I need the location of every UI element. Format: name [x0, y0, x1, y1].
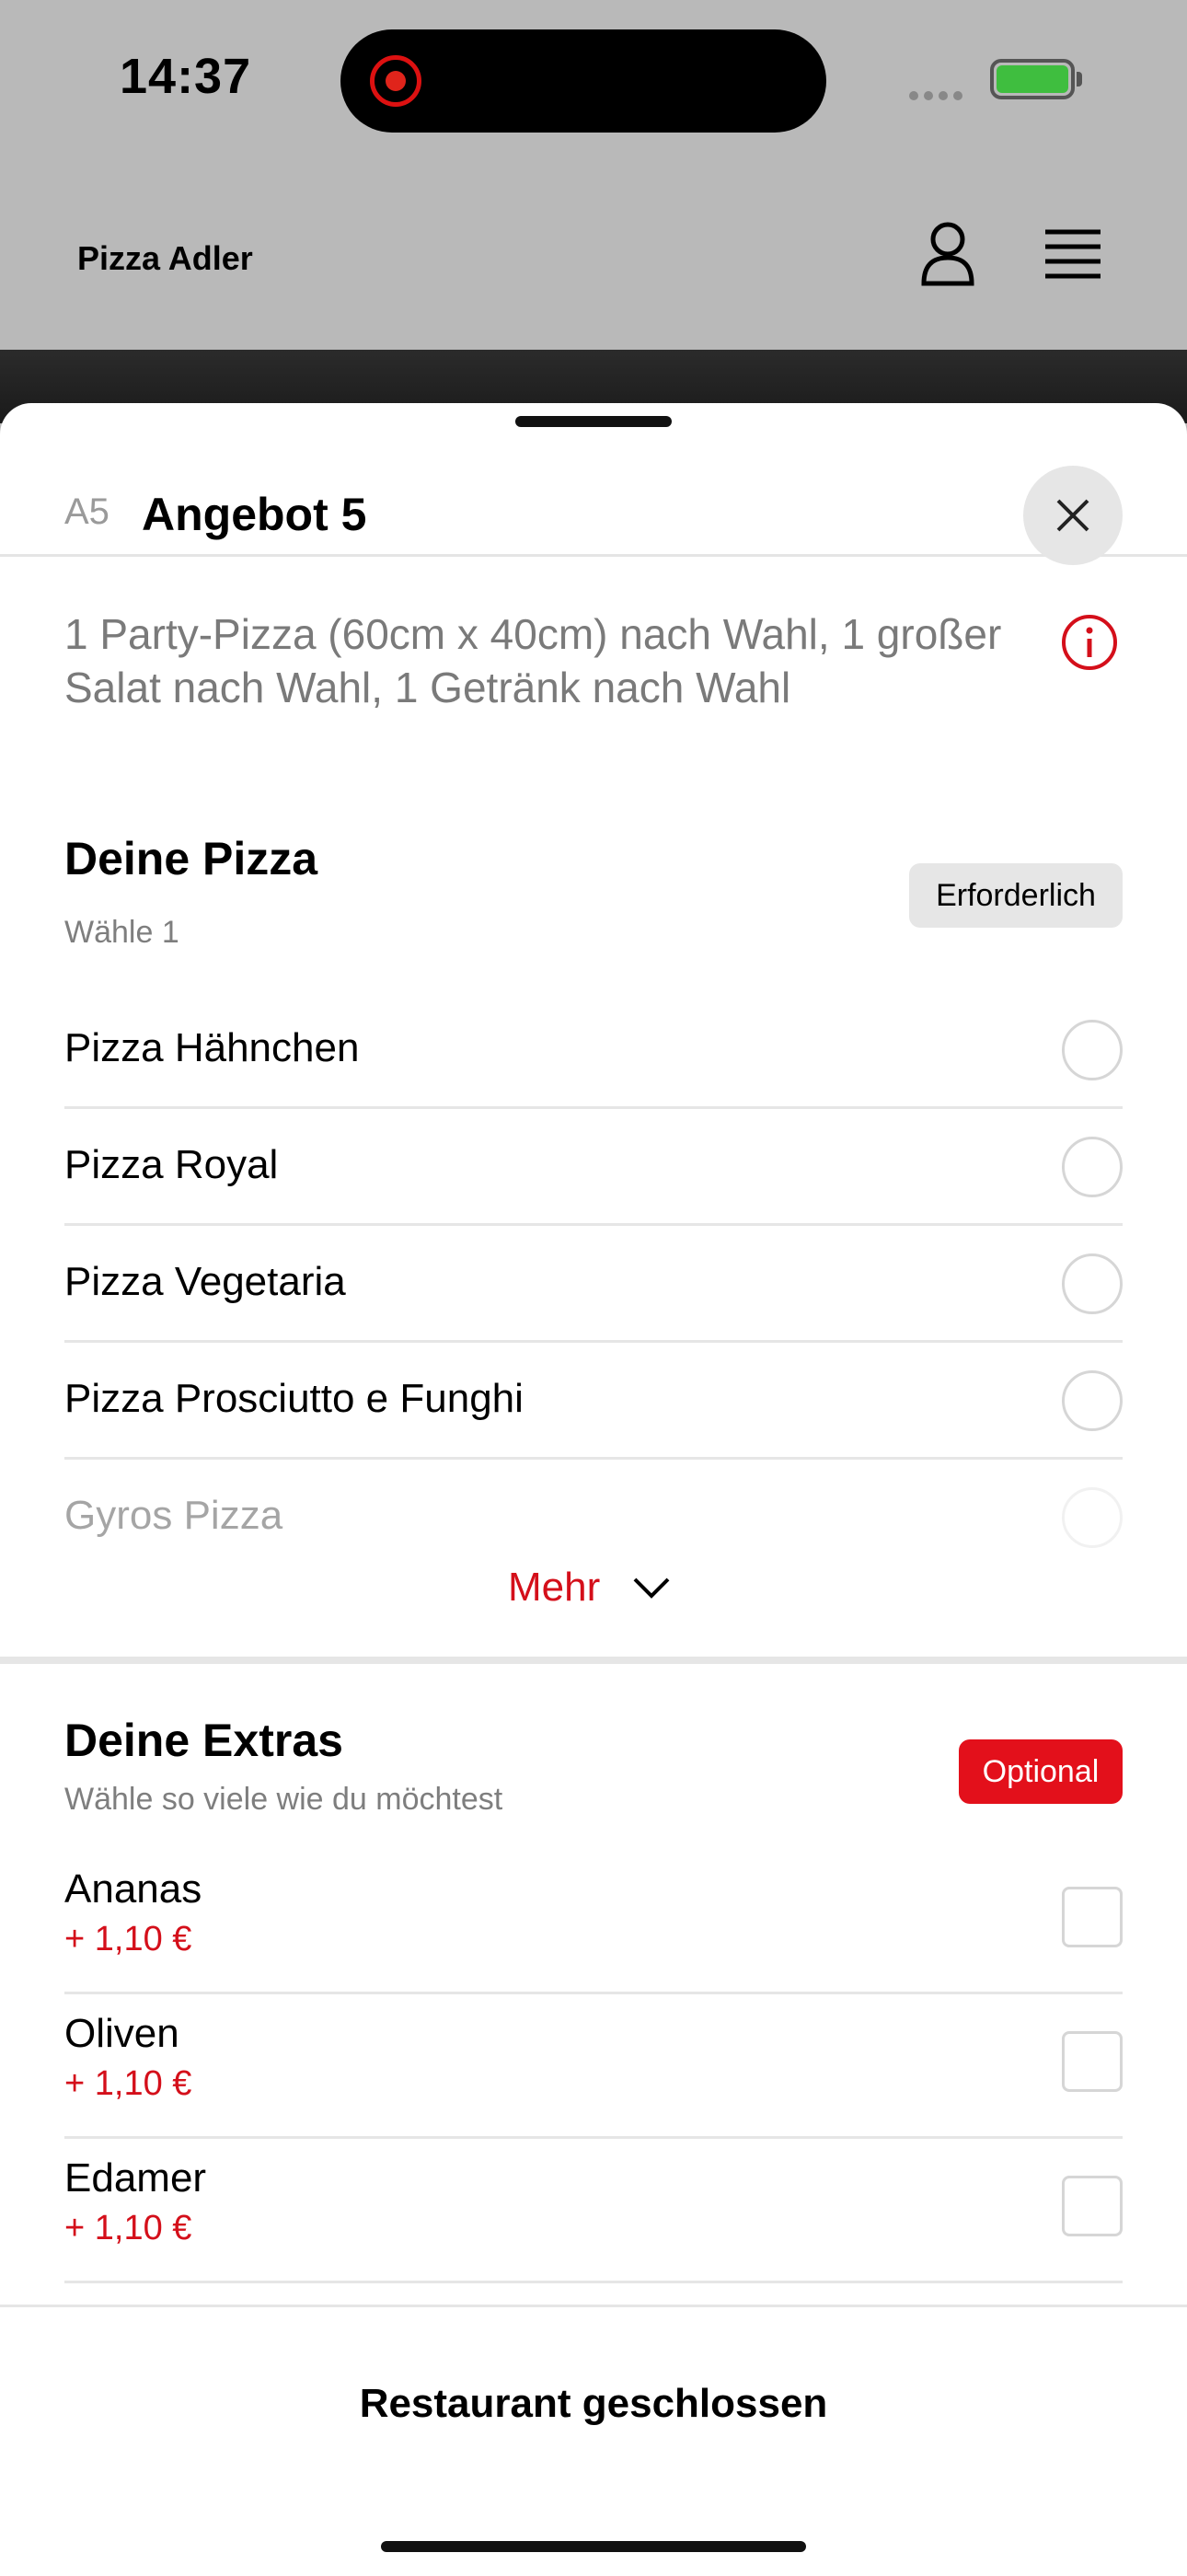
- product-sheet: A5 Angebot 5 1 Party-Pizza (60cm x 40cm)…: [0, 403, 1187, 2573]
- extra-item-label: Ananas: [64, 1866, 202, 1912]
- section-divider: [0, 1657, 1187, 1664]
- item-title: Angebot 5: [142, 489, 367, 540]
- radio-button[interactable]: [1062, 1253, 1123, 1314]
- sheet-header: A5 Angebot 5: [0, 440, 1187, 565]
- pizza-option-row[interactable]: Pizza Vegetaria: [64, 1226, 1123, 1343]
- pizza-option-label: Pizza Royal: [64, 1142, 279, 1187]
- user-icon[interactable]: [918, 221, 977, 287]
- extra-item-label: Edamer: [64, 2155, 207, 2201]
- extra-item-label: Oliven: [64, 2011, 179, 2056]
- pizza-option-label: Pizza Prosciutto e Funghi: [64, 1376, 524, 1421]
- extra-item-price: + 1,10 €: [64, 2064, 192, 2103]
- dynamic-island: [340, 29, 826, 133]
- pizza-option-row[interactable]: Pizza Royal: [64, 1109, 1123, 1226]
- radio-button[interactable]: [1062, 1487, 1123, 1548]
- radio-button[interactable]: [1062, 1137, 1123, 1197]
- close-button[interactable]: [1023, 466, 1123, 565]
- extra-item-row[interactable]: Edamer + 1,10 €: [64, 2139, 1123, 2283]
- pizza-option-row[interactable]: Pizza Prosciutto e Funghi: [64, 1343, 1123, 1460]
- status-time: 14:37: [120, 49, 252, 104]
- info-icon[interactable]: [1060, 613, 1119, 672]
- close-icon: [1056, 499, 1089, 532]
- optional-badge: Optional: [959, 1739, 1123, 1804]
- recording-indicator-icon: [370, 55, 421, 107]
- sheet-footer: Restaurant geschlossen: [0, 2305, 1187, 2576]
- battery-tip: [1077, 72, 1082, 87]
- radio-button[interactable]: [1062, 1370, 1123, 1431]
- sheet-grabber[interactable]: [515, 416, 672, 427]
- item-code: A5: [64, 491, 109, 532]
- chevron-down-icon[interactable]: [631, 1574, 672, 1601]
- required-badge: Erforderlich: [909, 863, 1123, 928]
- brand-name[interactable]: Pizza Adler: [77, 239, 253, 278]
- app-header: Pizza Adler: [0, 166, 1187, 350]
- extra-item-price: + 1,10 €: [64, 1920, 192, 1958]
- extra-item-row[interactable]: Oliven + 1,10 €: [64, 1994, 1123, 2139]
- pizza-option-row[interactable]: Gyros Pizza: [64, 1460, 1123, 1561]
- extra-item-price: + 1,10 €: [64, 2209, 192, 2247]
- pizza-section-subtitle: Wähle 1: [64, 915, 179, 950]
- menu-icon[interactable]: [1043, 228, 1102, 280]
- item-description: 1 Party-Pizza (60cm x 40cm) nach Wahl, 1…: [64, 610, 1002, 711]
- signal-icon: [909, 88, 968, 105]
- pizza-option-label: Pizza Hähnchen: [64, 1025, 360, 1070]
- show-more-button[interactable]: Mehr: [508, 1565, 600, 1611]
- radio-button[interactable]: [1062, 1020, 1123, 1080]
- extra-item-row[interactable]: Ananas + 1,10 €: [64, 1850, 1123, 1994]
- pizza-option-row[interactable]: Pizza Hähnchen: [64, 992, 1123, 1109]
- restaurant-status: Restaurant geschlossen: [359, 2381, 828, 2426]
- checkbox[interactable]: [1062, 2031, 1123, 2092]
- pizza-option-label: Pizza Vegetaria: [64, 1259, 346, 1304]
- home-indicator[interactable]: [381, 2541, 806, 2552]
- checkbox[interactable]: [1062, 2176, 1123, 2236]
- battery-icon: [990, 59, 1075, 99]
- extras-section-subtitle: Wähle so viele wie du möchtest: [64, 1782, 503, 1817]
- status-bar: 14:37: [0, 0, 1187, 166]
- pizza-section-title: Deine Pizza: [64, 833, 318, 884]
- extras-section-title: Deine Extras: [64, 1715, 343, 1766]
- checkbox[interactable]: [1062, 1887, 1123, 1947]
- pizza-option-label: Gyros Pizza: [64, 1493, 283, 1538]
